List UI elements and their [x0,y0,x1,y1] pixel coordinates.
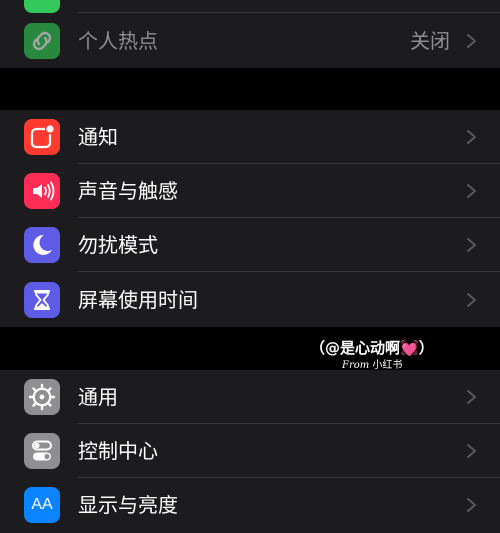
link-chain-icon [24,23,60,59]
cellular-icon [24,0,60,13]
text-size-icon: AA [24,487,60,523]
watermark: （@是心动啊💓） From 小红书 [310,338,434,374]
chevron-right-icon [467,130,476,144]
settings-row-notifications[interactable]: 通知 [0,110,500,164]
text-size-glyph: AA [31,496,53,513]
settings-group-general: 通用 控制中心 AA 显示与亮度 [0,370,500,533]
partial-row[interactable] [0,0,500,13]
chevron-right-icon [467,184,476,198]
notifications-label: 通知 [78,125,118,149]
hourglass-icon [24,282,60,318]
personal-hotspot-value: 关闭 [410,29,450,53]
sounds-haptics-label: 声音与触感 [78,179,178,203]
personal-hotspot-label: 个人热点 [78,29,158,53]
settings-group-network: 个人热点 关闭 [0,0,500,68]
moon-icon [24,227,60,263]
row-separator [78,271,500,272]
general-label: 通用 [78,385,118,409]
chevron-right-icon [467,390,476,404]
settings-row-do-not-disturb[interactable]: 勿扰模式 [0,218,500,272]
chevron-right-icon [467,34,476,48]
settings-row-general[interactable]: 通用 [0,370,500,424]
chevron-right-icon [467,238,476,252]
settings-row-control-center[interactable]: 控制中心 [0,424,500,478]
display-brightness-label: 显示与亮度 [78,493,178,517]
control-center-label: 控制中心 [78,439,158,463]
settings-row-screen-time[interactable]: 屏幕使用时间 [0,273,500,327]
chevron-right-icon [467,498,476,512]
chevron-right-icon [467,444,476,458]
do-not-disturb-label: 勿扰模式 [78,233,158,257]
chevron-right-icon [467,293,476,307]
gear-icon [24,379,60,415]
speaker-icon [24,173,60,209]
watermark-handle: （@是心动啊💓） [310,339,434,357]
screen-time-label: 屏幕使用时间 [78,288,198,312]
toggle-switches-icon [24,433,60,469]
settings-row-display-brightness[interactable]: AA 显示与亮度 [0,478,500,532]
settings-group-notifications: 通知 声音与触感 勿扰模式 屏幕使用时间 [0,110,500,327]
settings-row-sounds-haptics[interactable]: 声音与触感 [0,164,500,218]
settings-row-personal-hotspot[interactable]: 个人热点 关闭 [0,14,500,68]
notification-badge-icon [24,119,60,155]
heart-icon: 💓 [400,339,419,357]
